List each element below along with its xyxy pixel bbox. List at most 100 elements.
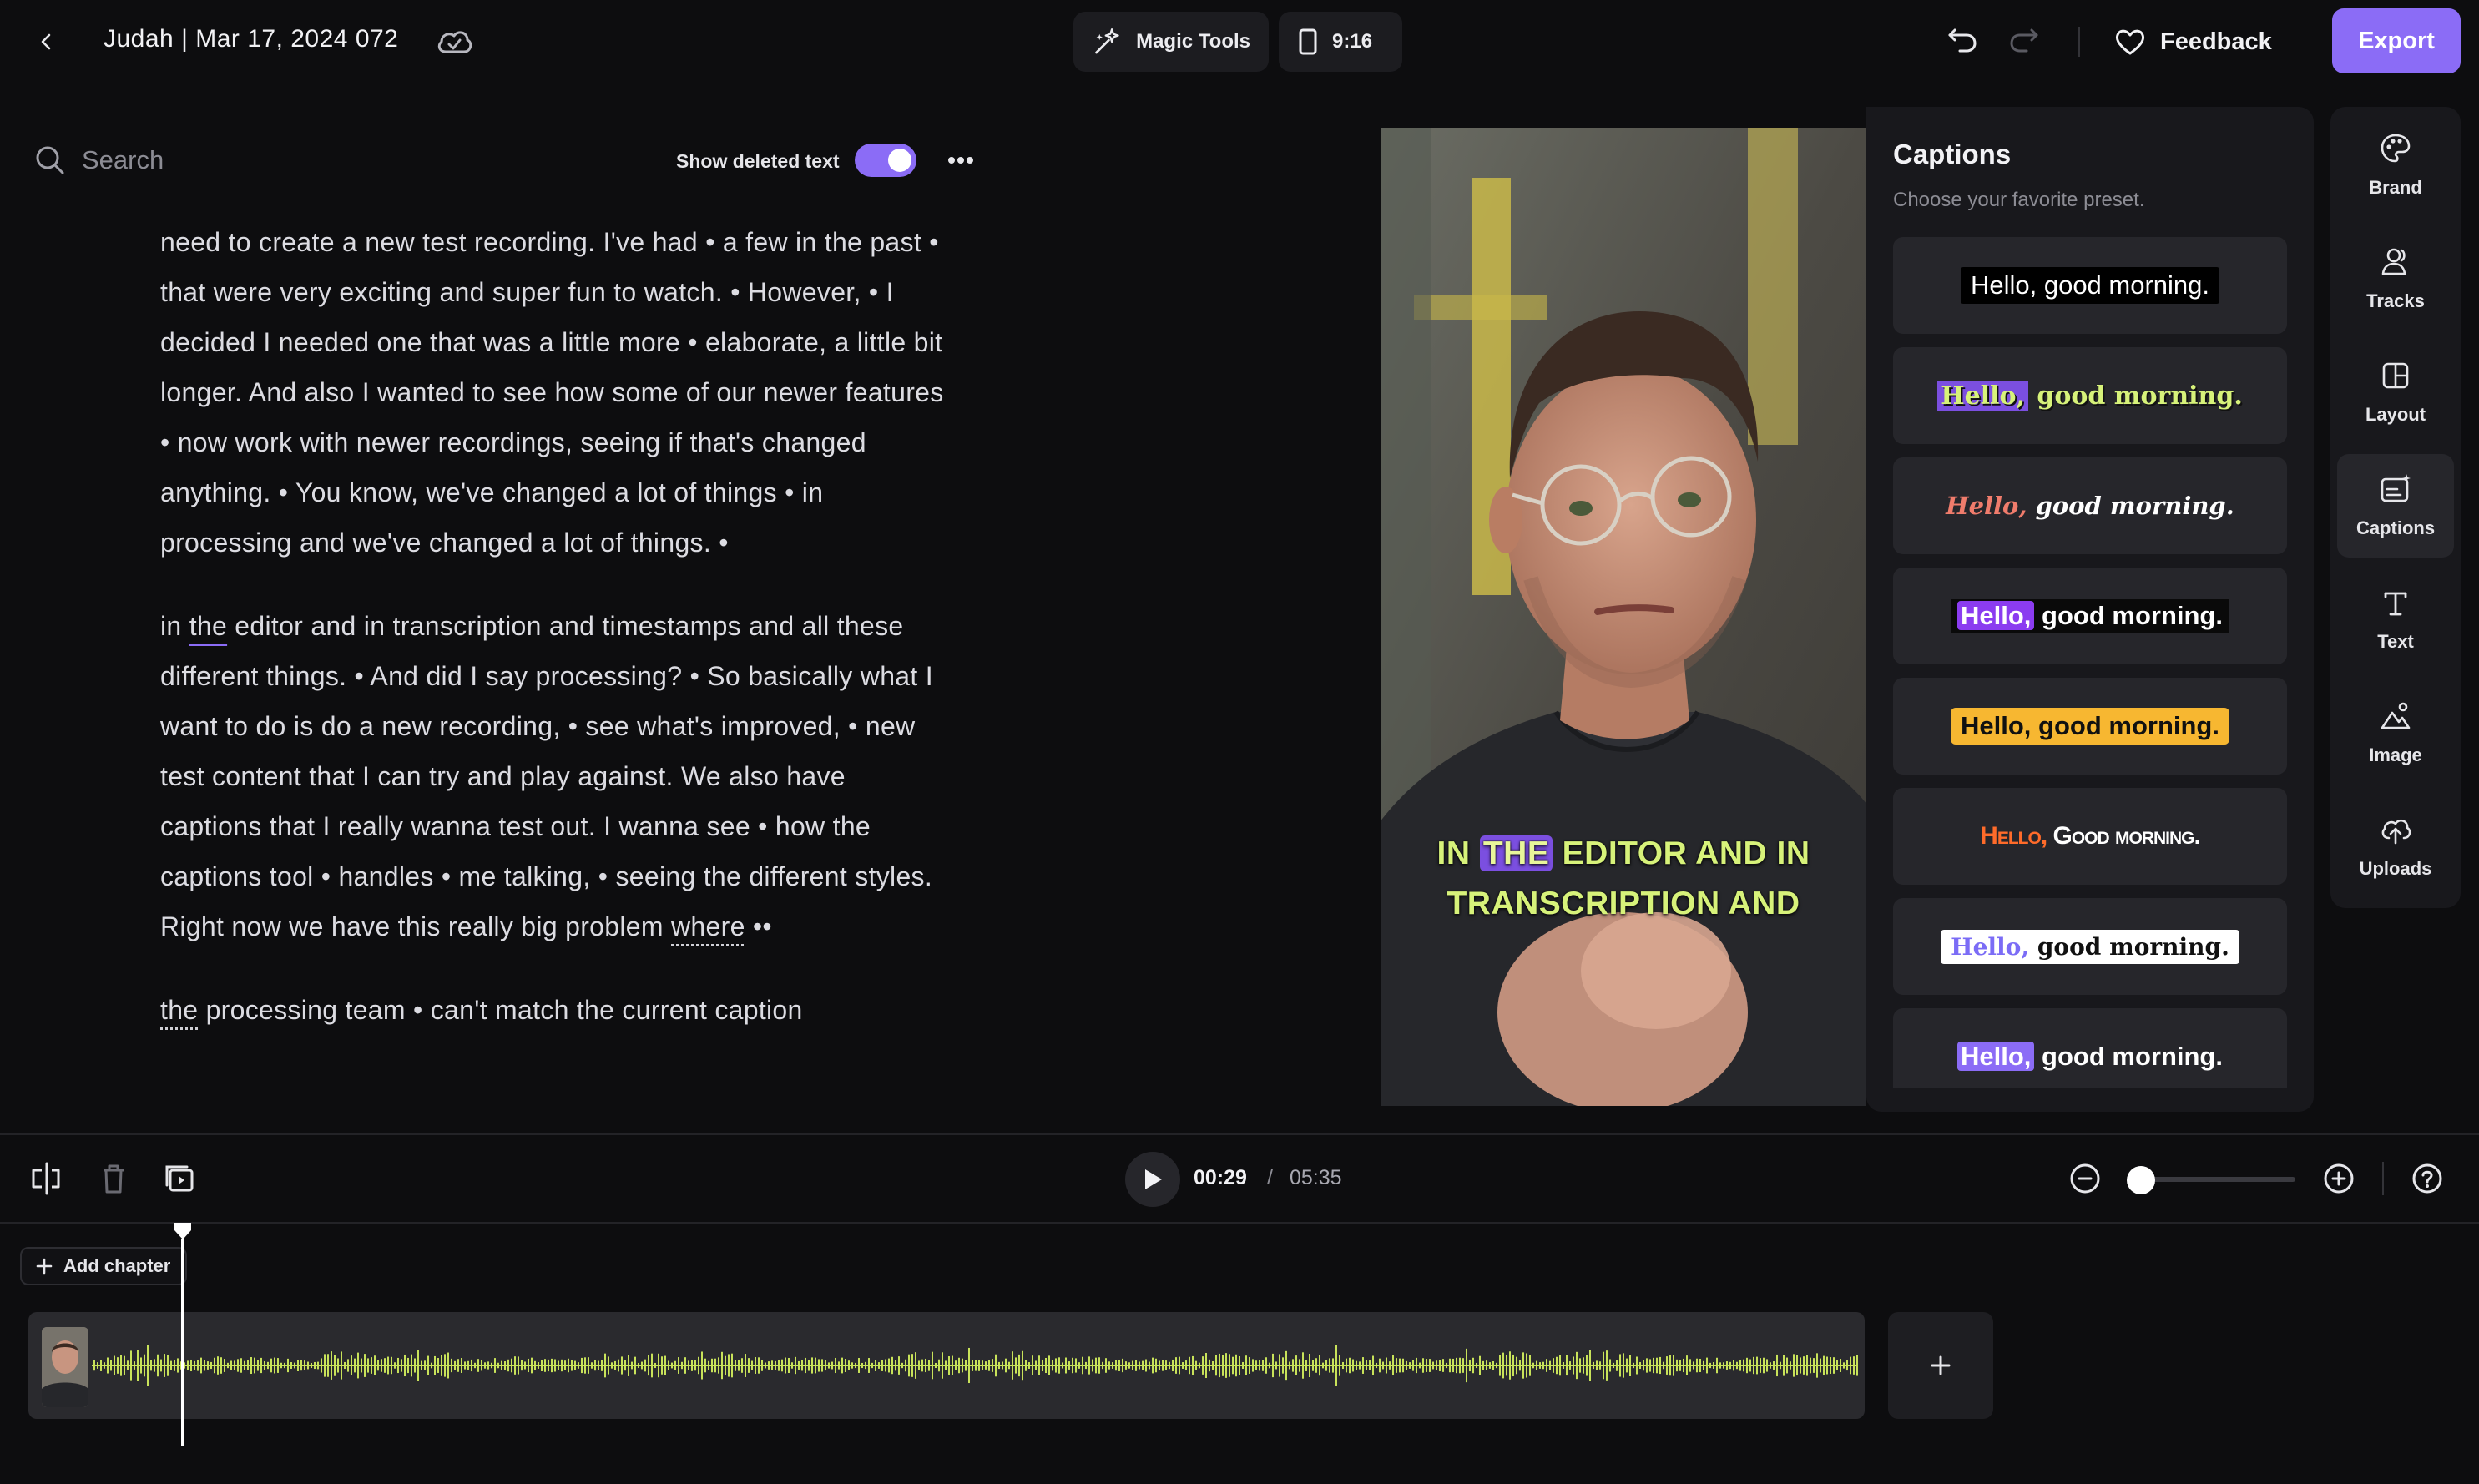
caption-word: EDITOR AND IN [1553,835,1810,871]
caption-preset-list[interactable]: Hello, good morning. Hello, good morning… [1893,237,2287,1088]
tool-text[interactable]: Text [2337,568,2454,671]
preset-first-word: Hello, [1937,381,2028,411]
back-button[interactable] [23,22,70,62]
preset-sample: Hello, Good morning. [1980,822,2201,851]
toggle-knob [888,149,911,172]
caption-preset-2[interactable]: Hello, good morning. [1893,347,2287,444]
tool-uploads[interactable]: Uploads [2337,795,2454,898]
magic-wand-icon [1095,28,1119,54]
add-chapter-label: Add chapter [63,1255,171,1276]
playhead-marker-icon [174,1223,191,1239]
caption-preset-6[interactable]: Hello, Good morning. [1893,788,2287,885]
search-icon [33,144,67,177]
tool-image[interactable]: Image [2337,681,2454,785]
transcript-paragraph[interactable]: need to create a new test recording. I'v… [160,217,945,568]
help-button[interactable] [2406,1157,2449,1200]
palette-icon [2381,134,2411,163]
preset-rest: good morning. [2027,381,2243,411]
delete-button[interactable] [92,1157,135,1200]
zoom-out-button[interactable] [2063,1157,2107,1200]
caption-line-2: TRANSCRIPTION AND [1447,886,1800,921]
caption-preset-7[interactable]: Hello, good morning. [1893,898,2287,995]
video-preview[interactable]: IN THE EDITOR AND IN TRANSCRIPTION AND [1381,128,1866,1106]
split-icon [32,1162,60,1195]
preset-rest: good morning. [2034,601,2223,630]
tool-tracks[interactable]: Tracks [2337,227,2454,331]
playback-divider [2382,1162,2384,1195]
play-button[interactable] [1125,1152,1180,1207]
preset-sample: Hello, good morning. [1937,381,2243,411]
preset-first-word: Hello, [1970,270,2037,300]
magic-tools-button[interactable]: Magic Tools [1073,12,1269,72]
zoom-in-button[interactable] [2317,1157,2360,1200]
feedback-label: Feedback [2160,28,2272,55]
upload-icon [2381,819,2411,845]
more-options-icon[interactable] [940,144,982,177]
caption-preset-4[interactable]: Hello, good morning. [1893,568,2287,664]
tool-label: Uploads [2359,858,2432,879]
caption-preset-5[interactable]: Hello, good morning. [1893,678,2287,775]
undo-button[interactable] [1941,20,1985,60]
flagged-word[interactable]: where [671,911,745,941]
feedback-button[interactable]: Feedback [2113,22,2272,62]
tool-brand[interactable]: Brand [2337,114,2454,217]
preset-rest: good morning. [2034,1042,2223,1071]
split-clip-button[interactable] [25,1157,68,1200]
search-input[interactable] [82,140,583,180]
zoom-slider-knob[interactable] [2127,1166,2155,1194]
preset-sample: Hello, good morning. [1957,1042,2223,1072]
add-chapter-button[interactable]: Add chapter [20,1247,188,1285]
transcript-body[interactable]: need to create a new test recording. I'v… [160,217,945,1127]
preset-rest: Good morning. [2047,822,2200,850]
video-frame-image [1381,128,1866,1106]
preset-sample: Hello, good morning. [1951,599,2229,633]
scene-button[interactable] [159,1157,202,1200]
aspect-ratio-button[interactable]: 9:16 [1279,12,1402,72]
tool-captions[interactable]: Captions [2337,454,2454,558]
preset-rest: good morning. [2029,932,2229,961]
project-title[interactable]: Judah | Mar 17, 2024 072 [104,25,398,53]
zoom-out-icon [2070,1163,2100,1194]
tool-label: Tracks [2366,290,2425,311]
current-word[interactable]: the [189,611,227,641]
play-icon [1145,1169,1162,1189]
zoom-slider-track[interactable] [2142,1177,2295,1182]
preset-first-word: Hello, [1957,1042,2035,1071]
transcript-paragraph[interactable]: the processing team • can't match the cu… [160,985,945,1035]
playhead-handle[interactable] [172,1220,194,1242]
tool-label: Image [2369,745,2422,765]
zoom-in-icon [2324,1163,2354,1194]
show-deleted-toggle[interactable] [855,144,916,177]
tool-label: Brand [2369,177,2422,198]
caption-preset-1[interactable]: Hello, good morning. [1893,237,2287,334]
preset-rest: good morning. [2037,270,2210,300]
preset-first-word: Hello, [1951,932,2030,961]
preset-first-word: Hello, [1980,822,2047,850]
total-time: 05:35 [1290,1166,1342,1189]
show-deleted-label: Show deleted text [676,150,840,172]
caption-preset-3[interactable]: Hello, good morning. [1893,457,2287,554]
tool-sidebar: Brand Tracks Layout Captions Text Image … [2330,107,2461,908]
export-button[interactable]: Export [2332,8,2461,73]
caption-preset-8[interactable]: Hello, good morning. [1893,1008,2287,1088]
captions-panel-subtitle: Choose your favorite preset. [1893,189,2145,211]
preset-rest: good morning. [2031,711,2219,740]
heart-icon [2115,29,2145,55]
add-track-button[interactable] [1888,1312,1993,1419]
word-span: editor and in transcription and timestam… [160,611,933,941]
redo-button[interactable] [2002,20,2045,60]
current-time: 00:29 [1194,1166,1247,1189]
undo-icon [1948,28,1977,53]
playhead[interactable] [181,1239,184,1446]
word-span: •• [745,911,772,941]
audio-track[interactable] [28,1312,1865,1419]
aspect-ratio-label: 9:16 [1332,30,1373,53]
tool-layout[interactable]: Layout [2337,341,2454,444]
trash-icon [104,1164,124,1194]
clip-thumbnail [42,1327,88,1407]
preset-sample: Hello, good morning. [1960,267,2220,304]
captions-panel: Captions Choose your favorite preset. He… [1866,107,2314,1112]
transcript-paragraph[interactable]: in the editor and in transcription and t… [160,601,945,951]
time-separator: / [1267,1166,1273,1189]
flagged-word[interactable]: the [160,995,198,1025]
